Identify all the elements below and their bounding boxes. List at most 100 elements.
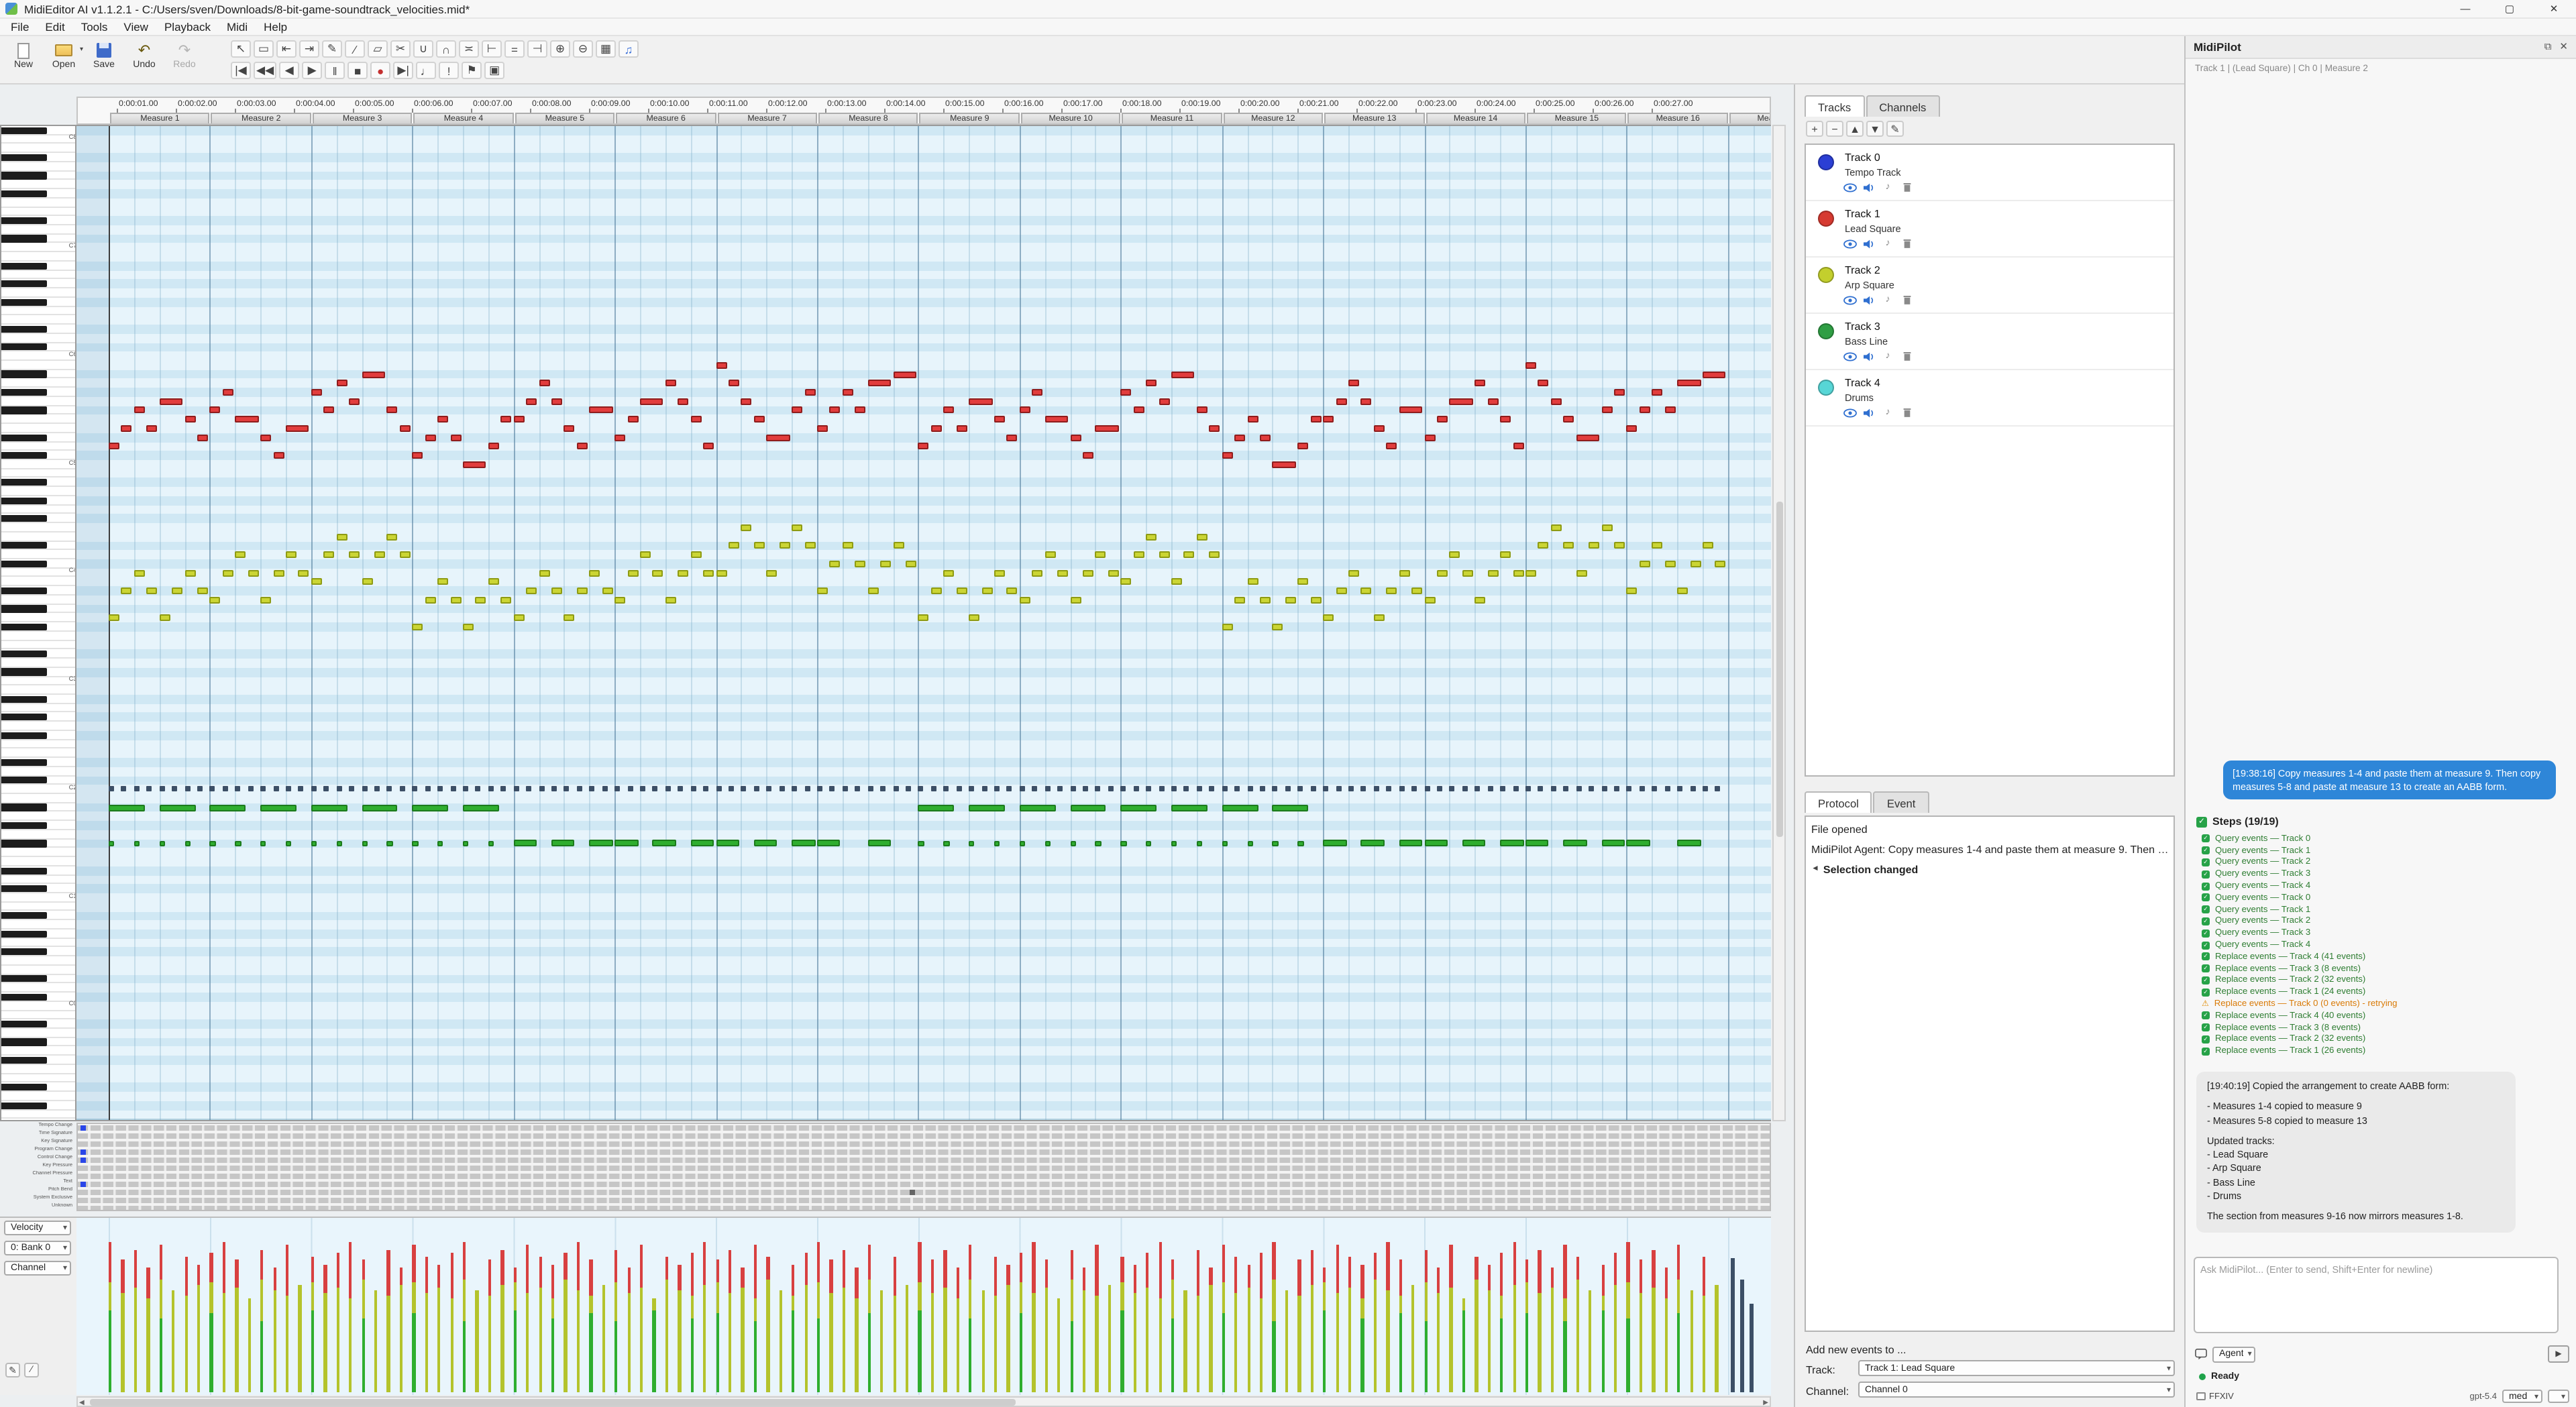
midi-note-lead[interactable] [703,443,714,450]
vscroll-thumb[interactable] [1776,502,1782,837]
midi-note-drum[interactable] [716,787,721,792]
midi-note-drum[interactable] [235,787,241,792]
piano-key-black[interactable] [1,606,47,612]
midi-note-bass[interactable] [387,840,393,847]
midi-note-lead[interactable] [1551,398,1562,404]
piano-key[interactable] [1,424,76,433]
piano-key[interactable] [1,1074,76,1082]
midi-note-drum[interactable] [425,787,430,792]
midi-note-drum[interactable] [804,787,810,792]
timeline-measure[interactable]: Measure 5 [515,112,614,125]
velocity-bar[interactable] [1614,1285,1617,1392]
midi-note-drum[interactable] [1083,787,1088,792]
midi-note-lead[interactable] [1538,380,1549,386]
midi-note-drum[interactable] [1703,787,1708,792]
velocity-bar[interactable] [1374,1280,1377,1392]
piano-key-black[interactable] [1,804,47,811]
midi-note-lead[interactable] [690,416,701,423]
velocity-bar[interactable] [906,1285,909,1392]
velocity-bar[interactable] [779,1290,782,1392]
piano-key[interactable] [1,984,76,993]
midi-note-arp[interactable] [614,597,625,604]
velocity-bar[interactable] [551,1318,555,1392]
midi-note-arp[interactable] [779,543,790,549]
piano-key[interactable] [1,1092,76,1101]
midi-note-bass[interactable] [867,840,891,847]
velocity-bar[interactable] [488,1296,492,1392]
piano-key[interactable] [1,298,76,306]
velocity-bar[interactable] [324,1293,327,1392]
midi-note-arp[interactable] [1387,587,1397,594]
midi-note-bass[interactable] [134,840,140,847]
midi-note-arp[interactable] [931,587,942,594]
midi-note-lead[interactable] [109,443,119,450]
midi-note-bass[interactable] [1677,840,1701,847]
protocol-item[interactable]: File opened [1811,820,2171,838]
midi-note-bass[interactable] [159,804,195,811]
midi-note-arp[interactable] [1664,561,1675,567]
piano-key-black[interactable] [1,325,47,332]
piano-key-black[interactable] [1,1057,47,1064]
track-audible-icon[interactable] [1862,237,1876,249]
midi-note-drum[interactable] [767,787,772,792]
midi-note-arp[interactable] [299,569,309,576]
new-event-channel-select[interactable]: Channel 0▾ [1858,1382,2175,1398]
piano-key-black[interactable] [1,235,47,242]
track-delete-icon[interactable] [1900,294,1913,306]
piano-key-black[interactable] [1,651,47,657]
midi-note-bass[interactable] [1095,840,1102,847]
midi-note-arp[interactable] [1197,533,1208,540]
midi-note-lead[interactable] [665,380,676,386]
midi-note-lead[interactable] [1234,434,1245,441]
midi-note-arp[interactable] [1614,543,1625,549]
agent-select[interactable]: Agent▾ [2212,1346,2256,1362]
midi-note-drum[interactable] [273,787,278,792]
velocity-bar[interactable] [121,1293,125,1392]
midi-note-lead[interactable] [867,380,891,386]
midi-note-lead[interactable] [1487,398,1498,404]
midi-note-lead[interactable] [273,452,284,459]
velocity-bar[interactable] [134,1288,138,1392]
midi-note-arp[interactable] [1437,569,1448,576]
velocity-bar[interactable] [463,1321,466,1392]
midi-note-lead[interactable] [1640,407,1650,414]
move-track-down-button[interactable]: ▼ [1866,121,1884,137]
midi-note-arp[interactable] [223,569,233,576]
midi-note-lead[interactable] [425,434,435,441]
midi-note-lead[interactable] [311,389,322,396]
protocol-item[interactable]: MidiPilot Agent: Copy measures 1-4 and p… [1811,840,2171,858]
midi-note-lead[interactable] [197,434,208,441]
piano-key[interactable] [1,153,76,162]
midi-note-arp[interactable] [1210,551,1220,558]
midi-note-lead[interactable] [1576,434,1599,441]
track-visible-icon[interactable] [1843,181,1857,193]
midi-note-drum[interactable] [754,787,759,792]
midi-note-drum[interactable] [513,787,519,792]
piano-key[interactable] [1,235,76,243]
velocity-bar[interactable] [577,1290,580,1392]
velocity-bar[interactable] [843,1288,846,1392]
velocity-bar[interactable] [159,1318,162,1392]
velocity-bar[interactable] [147,1298,150,1392]
midi-note-drum[interactable] [437,787,443,792]
piano-key[interactable] [1,839,76,848]
midi-note-bass[interactable] [210,804,246,811]
event-marker[interactable] [80,1181,87,1187]
midi-note-arp[interactable] [792,524,802,531]
midi-note-bass[interactable] [1121,840,1127,847]
midi-note-lead[interactable] [1361,398,1372,404]
timeline-measure[interactable]: Measure 1 [110,112,210,125]
tool-record-icon[interactable]: ● [370,62,390,79]
midi-note-drum[interactable] [614,787,620,792]
midi-note-bass[interactable] [159,840,165,847]
midi-note-lead[interactable] [1348,380,1359,386]
velocity-bar[interactable] [880,1290,883,1392]
velocity-bar[interactable] [336,1288,339,1392]
piano-key-black[interactable] [1,543,47,549]
midi-note-arp[interactable] [830,561,841,567]
midi-note-lead[interactable] [286,425,309,432]
midi-note-lead[interactable] [1083,452,1093,459]
velocity-bar[interactable] [260,1321,264,1392]
timeline-measure[interactable]: Measure 11 [1122,112,1222,125]
piano-key[interactable] [1,162,76,171]
